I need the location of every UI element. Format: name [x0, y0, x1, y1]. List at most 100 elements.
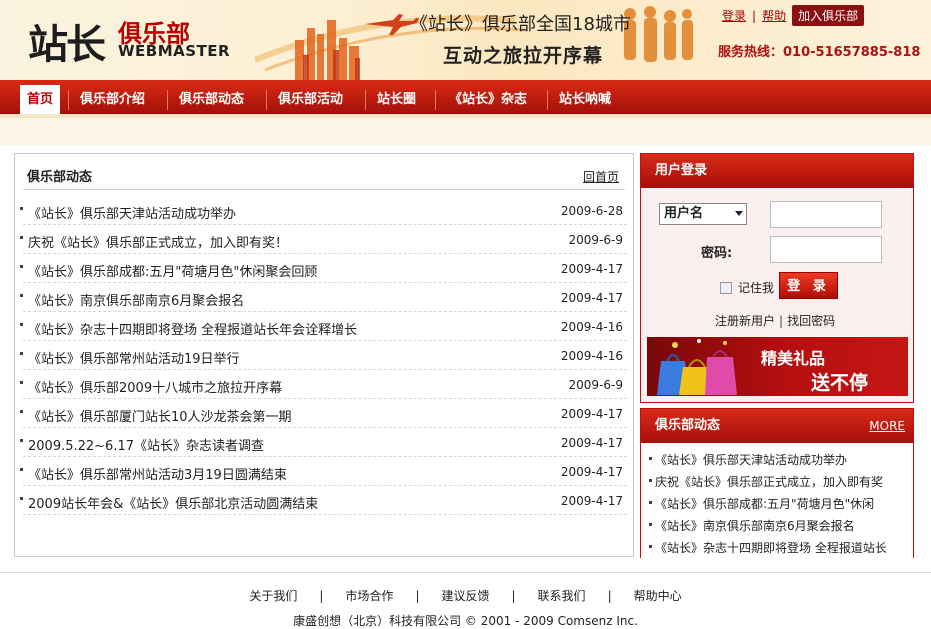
- news-item[interactable]: 《站长》俱乐部2009十八城市之旅拉开序幕 2009-6-9: [20, 370, 627, 399]
- top-links: 登录 | 帮助 加入俱乐部: [722, 5, 865, 26]
- news-title[interactable]: 《站长》南京俱乐部南京6月聚会报名: [28, 290, 244, 309]
- nav-club-intro[interactable]: 俱乐部介绍: [73, 85, 152, 114]
- club-news-panel: 俱乐部动态 回首页 《站长》俱乐部天津站活动成功举办 2009-6-28 庆祝《站…: [14, 153, 634, 557]
- list-item[interactable]: 庆祝《站长》俱乐部正式成立，加入即有奖: [649, 470, 909, 492]
- bullet-icon: [20, 381, 23, 384]
- news-date: 2009-6-9: [568, 233, 623, 247]
- chevron-down-icon: [735, 211, 743, 216]
- panel-title: 用户登录: [641, 154, 913, 188]
- divider: |: [752, 8, 757, 23]
- divider: |: [319, 589, 324, 603]
- gift-bags-icon: [657, 339, 737, 395]
- footer-partner-link[interactable]: 市场合作: [345, 589, 393, 603]
- news-title[interactable]: 《站长》俱乐部厦门站长10人沙龙茶会第一期: [28, 406, 292, 425]
- nav-divider: [167, 90, 168, 110]
- nav-underband: [0, 118, 931, 145]
- bullet-icon: [20, 236, 23, 239]
- forgot-password-link[interactable]: 找回密码: [787, 314, 835, 328]
- join-club-button[interactable]: 加入俱乐部: [792, 5, 865, 26]
- gift-promo-banner[interactable]: 精美礼品 送不停: [647, 337, 908, 396]
- news-item[interactable]: 《站长》俱乐部成都:五月"荷塘月色"休闲聚会回顾 2009-4-17: [20, 254, 627, 283]
- divider: |: [415, 589, 420, 603]
- news-date: 2009-6-9: [568, 378, 623, 392]
- register-link[interactable]: 注册新用户: [715, 314, 775, 328]
- divider: [23, 189, 625, 190]
- news-date: 2009-4-17: [560, 494, 623, 508]
- help-link[interactable]: 帮助: [762, 7, 786, 24]
- news-item[interactable]: 2009.5.22~6.17《站长》杂志读者调查 2009-4-17: [20, 428, 627, 457]
- side-news-panel: 俱乐部动态 MORE 《站长》俱乐部天津站活动成功举办 庆祝《站长》俱乐部正式成…: [640, 408, 914, 558]
- remember-label: 记住我: [738, 281, 775, 295]
- select-value: 用户名: [664, 206, 704, 221]
- news-title[interactable]: 《站长》俱乐部2009十八城市之旅拉开序幕: [28, 377, 282, 396]
- nav-home[interactable]: 首页: [20, 85, 61, 114]
- news-title[interactable]: 庆祝《站长》俱乐部正式成立，加入即有奖！: [28, 232, 288, 251]
- nav-divider: [365, 90, 366, 110]
- news-item[interactable]: 《站长》俱乐部常州站活动19日举行 2009-4-16: [20, 341, 627, 370]
- bullet-icon: [20, 265, 23, 268]
- footer-contact-link[interactable]: 联系我们: [538, 589, 586, 603]
- password-label: 密码:: [701, 246, 733, 261]
- login-link[interactable]: 登录: [722, 7, 746, 24]
- list-item[interactable]: 《站长》南京俱乐部南京6月聚会报名: [649, 514, 909, 536]
- more-link[interactable]: MORE: [869, 409, 905, 443]
- password-input[interactable]: [770, 236, 882, 263]
- list-item[interactable]: 《站长》俱乐部天津站活动成功举办: [649, 448, 909, 470]
- footer-help-link[interactable]: 帮助中心: [634, 589, 682, 603]
- news-title[interactable]: 《站长》俱乐部成都:五月"荷塘月色"休闲聚会回顾: [28, 261, 317, 280]
- news-item[interactable]: 《站长》俱乐部常州站活动3月19日圆满结束 2009-4-17: [20, 457, 627, 486]
- news-item[interactable]: 2009站长年会&《站长》俱乐部北京活动圆满结束 2009-4-17: [20, 486, 627, 515]
- nav-magazine[interactable]: 《站长》杂志: [442, 85, 534, 114]
- bullet-icon: [649, 501, 652, 504]
- site-logo[interactable]: 站长 俱乐部 WEBMASTER: [28, 10, 238, 68]
- bullet-icon: [20, 294, 23, 297]
- news-item[interactable]: 《站长》俱乐部厦门站长10人沙龙茶会第一期 2009-4-17: [20, 399, 627, 428]
- side-news-title[interactable]: 庆祝《站长》俱乐部正式成立，加入即有奖: [655, 473, 883, 490]
- login-submit-button[interactable]: 登 录: [779, 272, 838, 299]
- news-title[interactable]: 《站长》俱乐部天津站活动成功举办: [28, 203, 236, 222]
- news-item[interactable]: 庆祝《站长》俱乐部正式成立，加入即有奖！ 2009-6-9: [20, 225, 627, 254]
- remember-checkbox[interactable]: [720, 281, 732, 294]
- news-title[interactable]: 2009.5.22~6.17《站长》杂志读者调查: [28, 435, 264, 454]
- news-date: 2009-6-28: [560, 204, 623, 218]
- news-list: 《站长》俱乐部天津站活动成功举办 2009-6-28 庆祝《站长》俱乐部正式成立，…: [20, 196, 627, 515]
- footer-feedback-link[interactable]: 建议反馈: [441, 589, 489, 603]
- remember-me[interactable]: 记住我: [720, 279, 774, 296]
- banner-subheadline: 互动之旅拉开序幕: [443, 45, 604, 67]
- back-home-link[interactable]: 回首页: [583, 168, 619, 185]
- news-title[interactable]: 2009站长年会&《站长》俱乐部北京活动圆满结束: [28, 493, 318, 512]
- bullet-icon: [649, 479, 652, 482]
- gift-subheadline: 送不停: [811, 372, 869, 394]
- login-type-select[interactable]: 用户名: [659, 203, 747, 225]
- list-item[interactable]: 《站长》俱乐部成都:五月"荷塘月色"休闲: [649, 492, 909, 514]
- panel-title: 俱乐部动态: [27, 170, 93, 185]
- side-news-title[interactable]: 《站长》俱乐部成都:五月"荷塘月色"休闲: [655, 495, 874, 512]
- service-hotline: 服务热线：010-51657885-818: [718, 45, 921, 60]
- footer-about-link[interactable]: 关于我们: [249, 589, 297, 603]
- bullet-icon: [649, 545, 652, 548]
- bullet-icon: [649, 457, 652, 460]
- nav-webmaster-circle[interactable]: 站长圈: [370, 85, 423, 114]
- side-news-title[interactable]: 《站长》南京俱乐部南京6月聚会报名: [655, 517, 855, 534]
- news-title[interactable]: 《站长》杂志十四期即将登场 全程报道站长年会诠释增长: [28, 319, 357, 338]
- news-title[interactable]: 《站长》俱乐部常州站活动3月19日圆满结束: [28, 464, 287, 483]
- news-title[interactable]: 《站长》俱乐部常州站活动19日举行: [28, 348, 240, 367]
- nav-club-events[interactable]: 俱乐部活动: [271, 85, 350, 114]
- nav-club-news[interactable]: 俱乐部动态: [172, 85, 251, 114]
- login-links: 注册新用户 | 找回密码: [715, 312, 835, 329]
- news-item[interactable]: 《站长》杂志十四期即将登场 全程报道站长年会诠释增长 2009-4-16: [20, 312, 627, 341]
- divider: |: [779, 314, 784, 328]
- bullet-icon: [20, 497, 23, 500]
- list-item[interactable]: 《站长》杂志十四期即将登场 全程报道站长: [649, 536, 909, 558]
- side-news-title[interactable]: 《站长》俱乐部天津站活动成功举办: [655, 451, 847, 468]
- footer-divider: [0, 572, 931, 573]
- banner-headline: 《站长》俱乐部全国18城市: [410, 14, 631, 35]
- nav-webmaster-voice[interactable]: 站长呐喊: [552, 85, 618, 114]
- username-input[interactable]: [770, 201, 882, 228]
- side-news-title[interactable]: 《站长》杂志十四期即将登场 全程报道站长: [655, 539, 887, 556]
- news-item[interactable]: 《站长》俱乐部天津站活动成功举办 2009-6-28: [20, 196, 627, 225]
- news-item[interactable]: 《站长》南京俱乐部南京6月聚会报名 2009-4-17: [20, 283, 627, 312]
- panel-title: 俱乐部动态: [655, 418, 721, 433]
- copyright-text: 康盛创想（北京）科技有限公司 © 2001 - 2009 Comsenz Inc…: [293, 614, 638, 628]
- news-date: 2009-4-17: [560, 262, 623, 276]
